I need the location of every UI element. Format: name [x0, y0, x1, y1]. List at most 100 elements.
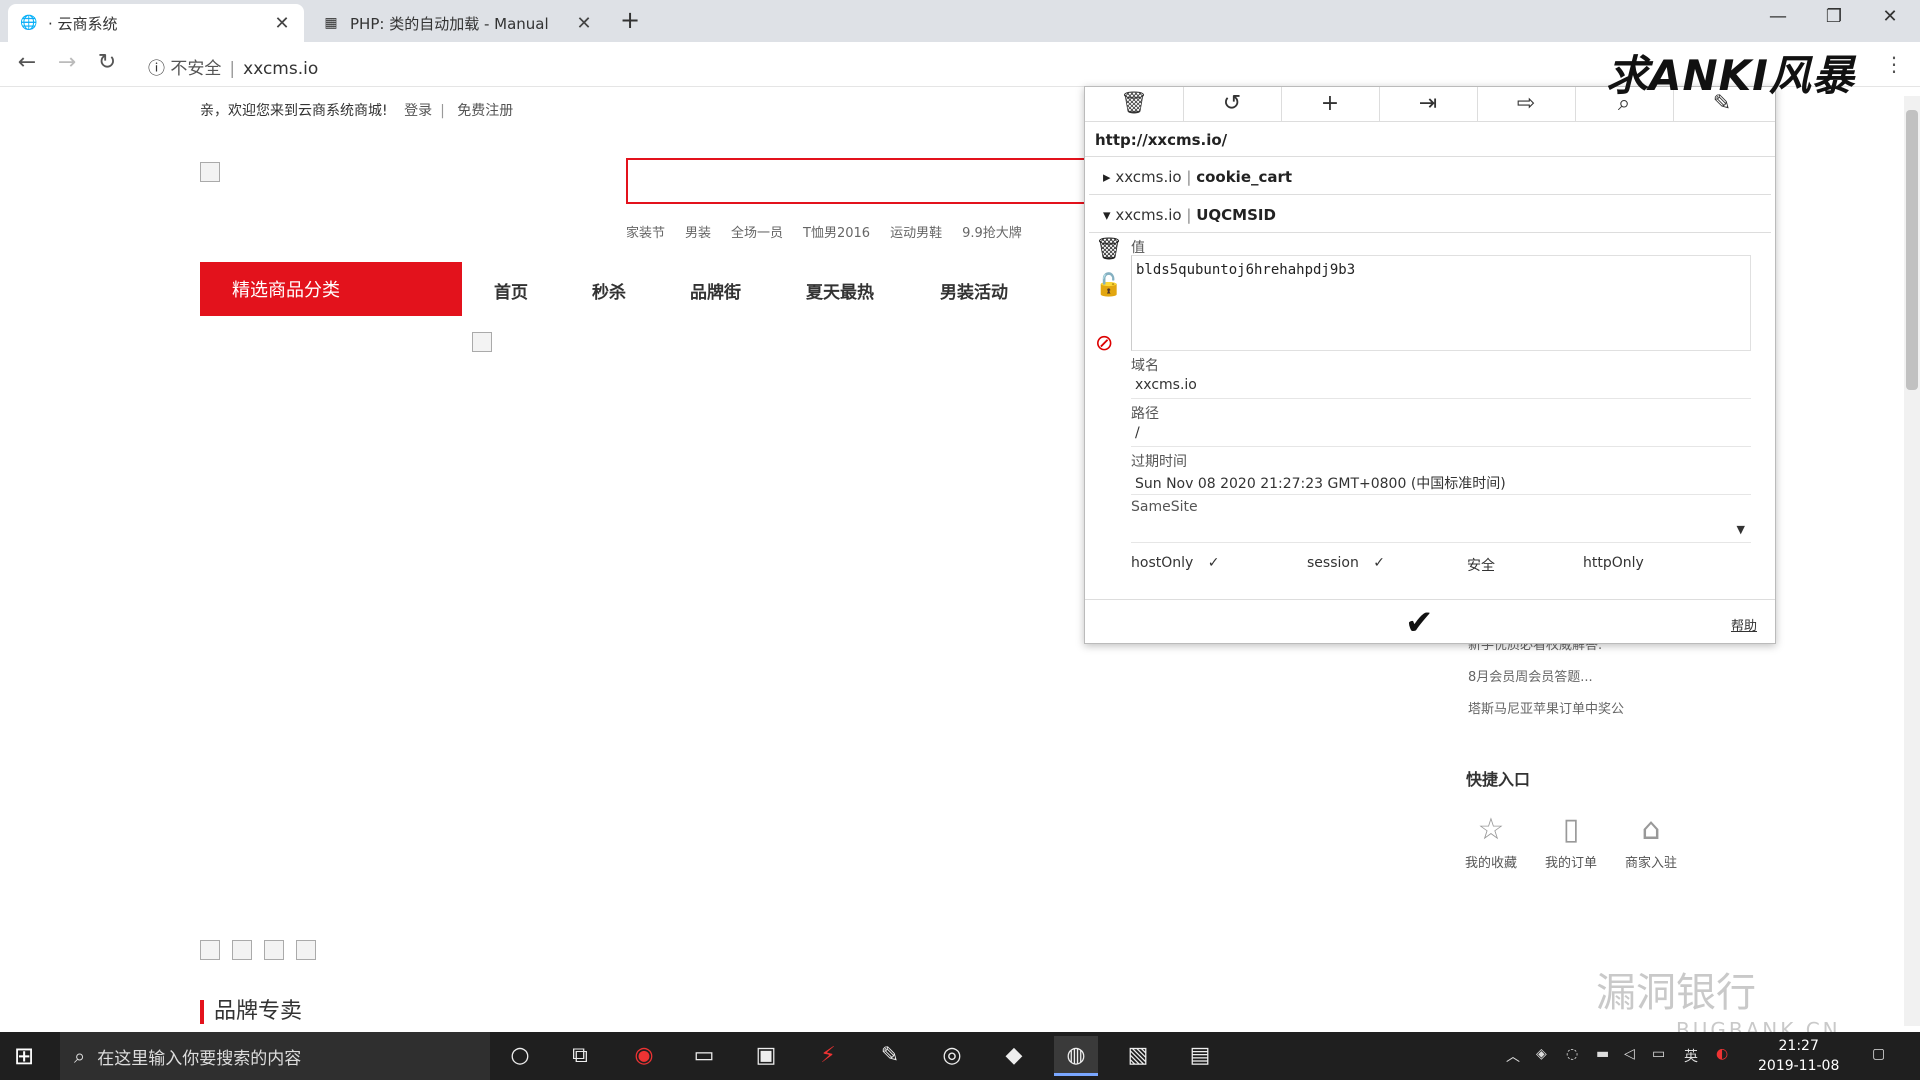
notification-icon[interactable]: ▢ — [1872, 1046, 1885, 1062]
scrollbar-thumb[interactable] — [1906, 110, 1918, 390]
back-icon[interactable]: ← — [12, 50, 42, 75]
tab-title: · 云商系统 — [48, 14, 118, 33]
quick-link-orders[interactable]: ▯ 我的订单 — [1536, 808, 1606, 871]
lock-icon[interactable]: 🔓 — [1095, 273, 1122, 298]
news-item[interactable]: 塔斯马尼亚苹果订单中奖公 — [1468, 698, 1624, 730]
hotword-link[interactable]: 运动男鞋 — [890, 222, 942, 241]
dropdown-arrow-icon: ▼ — [1736, 523, 1745, 536]
network-icon[interactable]: ▭ — [1652, 1046, 1665, 1062]
close-window-icon[interactable]: ✕ — [1870, 6, 1910, 27]
volume-icon[interactable]: ◁ — [1624, 1046, 1635, 1062]
tool-icon[interactable]: ✎ — [868, 1036, 912, 1076]
obs-icon[interactable]: ◎ — [930, 1036, 974, 1076]
battery-icon[interactable]: ▬ — [1596, 1046, 1609, 1062]
search-icon: ⌕ — [74, 1044, 86, 1068]
url-field[interactable]: ⓘ 不安全 | xxcms.io — [148, 54, 318, 79]
delete-cookie-icon[interactable]: 🗑 — [1095, 237, 1123, 262]
domain-field[interactable]: xxcms.io — [1131, 377, 1751, 399]
banner-image-broken — [472, 332, 492, 352]
reload-icon[interactable]: ↻ — [92, 50, 122, 75]
delete-all-icon[interactable]: 🗑 — [1085, 87, 1184, 121]
search-input[interactable] — [626, 158, 1096, 204]
session-checkbox[interactable]: session ✓ — [1307, 555, 1385, 571]
secure-checkbox[interactable]: 安全 — [1467, 555, 1495, 575]
add-cookie-icon[interactable]: + — [1281, 87, 1380, 121]
block-icon[interactable]: ⊘ — [1095, 331, 1113, 356]
taskbar-search[interactable]: ⌕ 在这里输入你要搜索的内容 — [60, 1032, 490, 1080]
app-icon[interactable]: ◆ — [992, 1036, 1036, 1076]
value-label: 值 — [1131, 240, 1145, 256]
hotword-link[interactable]: T恤男2016 — [803, 222, 870, 241]
tray-app-icon[interactable]: ◈ — [1536, 1046, 1547, 1062]
php-icon: ▦ — [324, 15, 338, 31]
more-menu-icon[interactable]: ⋮ — [1884, 52, 1904, 76]
ime-indicator[interactable]: 英 — [1684, 1046, 1698, 1066]
app-icon[interactable]: ▤ — [1178, 1036, 1222, 1076]
cookie-row-cookie-cart[interactable]: ▸ xxcms.io | cookie_cart — [1089, 159, 1771, 195]
register-link[interactable]: 免费注册 — [457, 103, 513, 119]
category-button[interactable]: 精选商品分类 — [200, 262, 462, 316]
app-icon[interactable]: ▧ — [1116, 1036, 1160, 1076]
news-item[interactable]: 8月会员周会员答题... — [1468, 666, 1624, 698]
logo-image-broken — [200, 162, 220, 182]
hotword-link[interactable]: 9.9抢大牌 — [962, 222, 1022, 241]
quick-link-favorites[interactable]: ☆ 我的收藏 — [1456, 808, 1526, 871]
tab-php-manual[interactable]: ▦ PHP: 类的自动加载 - Manual ✕ — [310, 4, 606, 42]
path-label: 路径 — [1131, 406, 1159, 422]
help-link[interactable]: 帮助 — [1731, 615, 1757, 634]
nav-summer-hot[interactable]: 夏天最热 — [806, 278, 874, 303]
export-icon[interactable]: ⇨ — [1477, 87, 1576, 121]
nav-menswear[interactable]: 男装活动 — [940, 278, 1008, 303]
chrome-icon[interactable]: ◍ — [1054, 1036, 1098, 1076]
image-broken — [232, 940, 252, 960]
netease-music-icon[interactable]: ◉ — [622, 1036, 666, 1076]
hostonly-label: hostOnly — [1131, 555, 1194, 571]
reset-icon[interactable]: ↺ — [1183, 87, 1282, 121]
image-broken — [264, 940, 284, 960]
close-icon[interactable]: ✕ — [574, 13, 594, 34]
import-icon[interactable]: ⇥ — [1379, 87, 1478, 121]
samesite-select[interactable]: ▼ — [1131, 521, 1751, 543]
cortana-icon[interactable]: ○ — [498, 1036, 542, 1076]
quick-link-label: 商家入驻 — [1624, 856, 1677, 871]
forward-icon[interactable]: → — [52, 50, 82, 75]
close-icon[interactable]: ✕ — [272, 13, 292, 34]
nav-brand-street[interactable]: 品牌街 — [690, 278, 741, 303]
task-view-icon[interactable]: ⧉ — [558, 1036, 602, 1076]
wechat-icon[interactable]: ◌ — [1566, 1046, 1578, 1062]
minimize-icon[interactable]: — — [1758, 6, 1798, 27]
httponly-checkbox[interactable]: httpOnly — [1583, 555, 1644, 571]
antivirus-icon[interactable]: ◐ — [1716, 1046, 1728, 1062]
cookie-value-field[interactable]: blds5qubuntoj6hrehahpdj9b3 — [1131, 255, 1751, 351]
hotword-link[interactable]: 全场一员 — [731, 222, 783, 241]
image-broken — [296, 940, 316, 960]
file-explorer-icon[interactable]: ▭ — [682, 1036, 726, 1076]
info-icon[interactable]: ⓘ — [148, 59, 165, 79]
expires-field[interactable]: Sun Nov 08 2020 21:27:23 GMT+0800 (中国标准时… — [1131, 473, 1751, 495]
login-link[interactable]: 登录 — [404, 103, 432, 119]
quick-link-label: 我的收藏 — [1464, 856, 1517, 871]
path-field[interactable]: / — [1131, 425, 1751, 447]
brand-section-title: 品牌专卖 — [200, 1000, 302, 1024]
url-text: xxcms.io — [243, 59, 319, 79]
tray-expand-icon[interactable]: ︿ — [1506, 1046, 1520, 1066]
hotword-link[interactable]: 家装节 — [626, 222, 665, 241]
quick-link-merchant[interactable]: ⌂ 商家入驻 — [1616, 808, 1686, 871]
welcome-text: 亲，欢迎您来到云商系统商城! — [200, 103, 388, 119]
hostonly-checkbox[interactable]: hostOnly ✓ — [1131, 555, 1219, 571]
phpstorm-icon[interactable]: ▣ — [744, 1036, 788, 1076]
windows-start-icon[interactable]: ⊞ — [14, 1042, 34, 1070]
watermark-logo: 求ANKI风暴 — [1606, 51, 1855, 100]
cookie-row-uqcmsid[interactable]: ▾ xxcms.io | UQCMSID — [1089, 197, 1771, 233]
maximize-icon[interactable]: ❐ — [1814, 6, 1854, 27]
save-check-icon[interactable]: ✔ — [1405, 603, 1434, 643]
app-icon[interactable]: ⚡ — [806, 1036, 850, 1076]
nav-flash-sale[interactable]: 秒杀 — [592, 278, 626, 303]
clock[interactable]: 21:27 2019-11-08 — [1758, 1036, 1839, 1076]
nav-home[interactable]: 首页 — [494, 278, 528, 303]
samesite-label: SameSite — [1131, 499, 1198, 515]
tab-yunshang[interactable]: 🌐 · 云商系统 ✕ — [8, 4, 304, 42]
new-tab-icon[interactable]: + — [620, 6, 640, 34]
category-button-label: 精选商品分类 — [232, 280, 340, 301]
hotword-link[interactable]: 男装 — [685, 222, 711, 241]
